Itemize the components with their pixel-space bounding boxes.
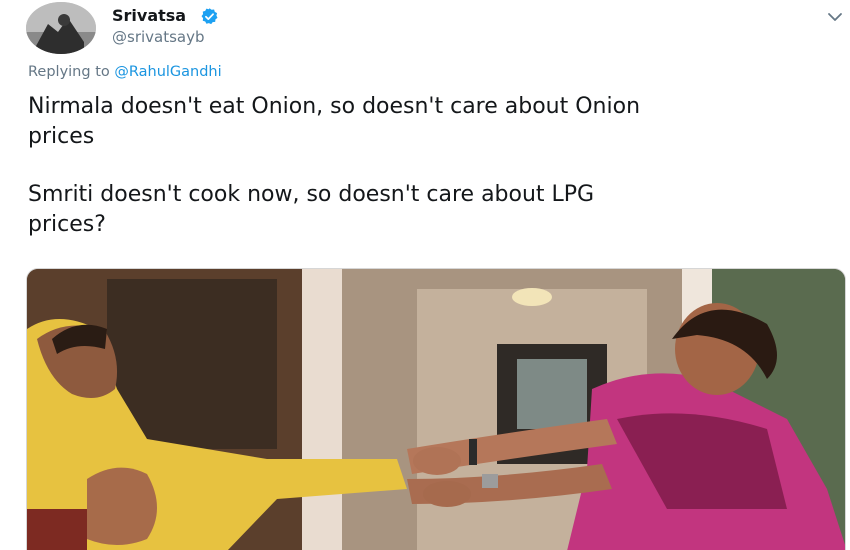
display-name[interactable]: Srivatsa: [112, 6, 186, 25]
verified-badge-icon: [201, 8, 218, 25]
tweet-text-line: Smriti doesn't cook now, so doesn't care…: [28, 182, 595, 207]
tweet-media-photo[interactable]: [26, 268, 846, 550]
replying-to: Replying to @RahulGandhi: [28, 64, 222, 80]
handle[interactable]: @srivatsayb: [112, 28, 205, 46]
tweet-text-line: prices: [28, 124, 95, 149]
avatar[interactable]: [26, 2, 96, 54]
tweet-text-line: Nirmala doesn't eat Onion, so doesn't ca…: [28, 94, 641, 119]
tweet-text: Nirmala doesn't eat Onion, so doesn't ca…: [28, 92, 848, 240]
replying-to-label: Replying to: [28, 64, 110, 80]
mention-link[interactable]: @RahulGandhi: [114, 64, 221, 80]
tweet-text-line: prices?: [28, 212, 106, 237]
tweet-card: Srivatsa @srivatsayb Replying to @RahulG…: [0, 0, 850, 550]
chevron-down-icon[interactable]: [826, 10, 844, 24]
